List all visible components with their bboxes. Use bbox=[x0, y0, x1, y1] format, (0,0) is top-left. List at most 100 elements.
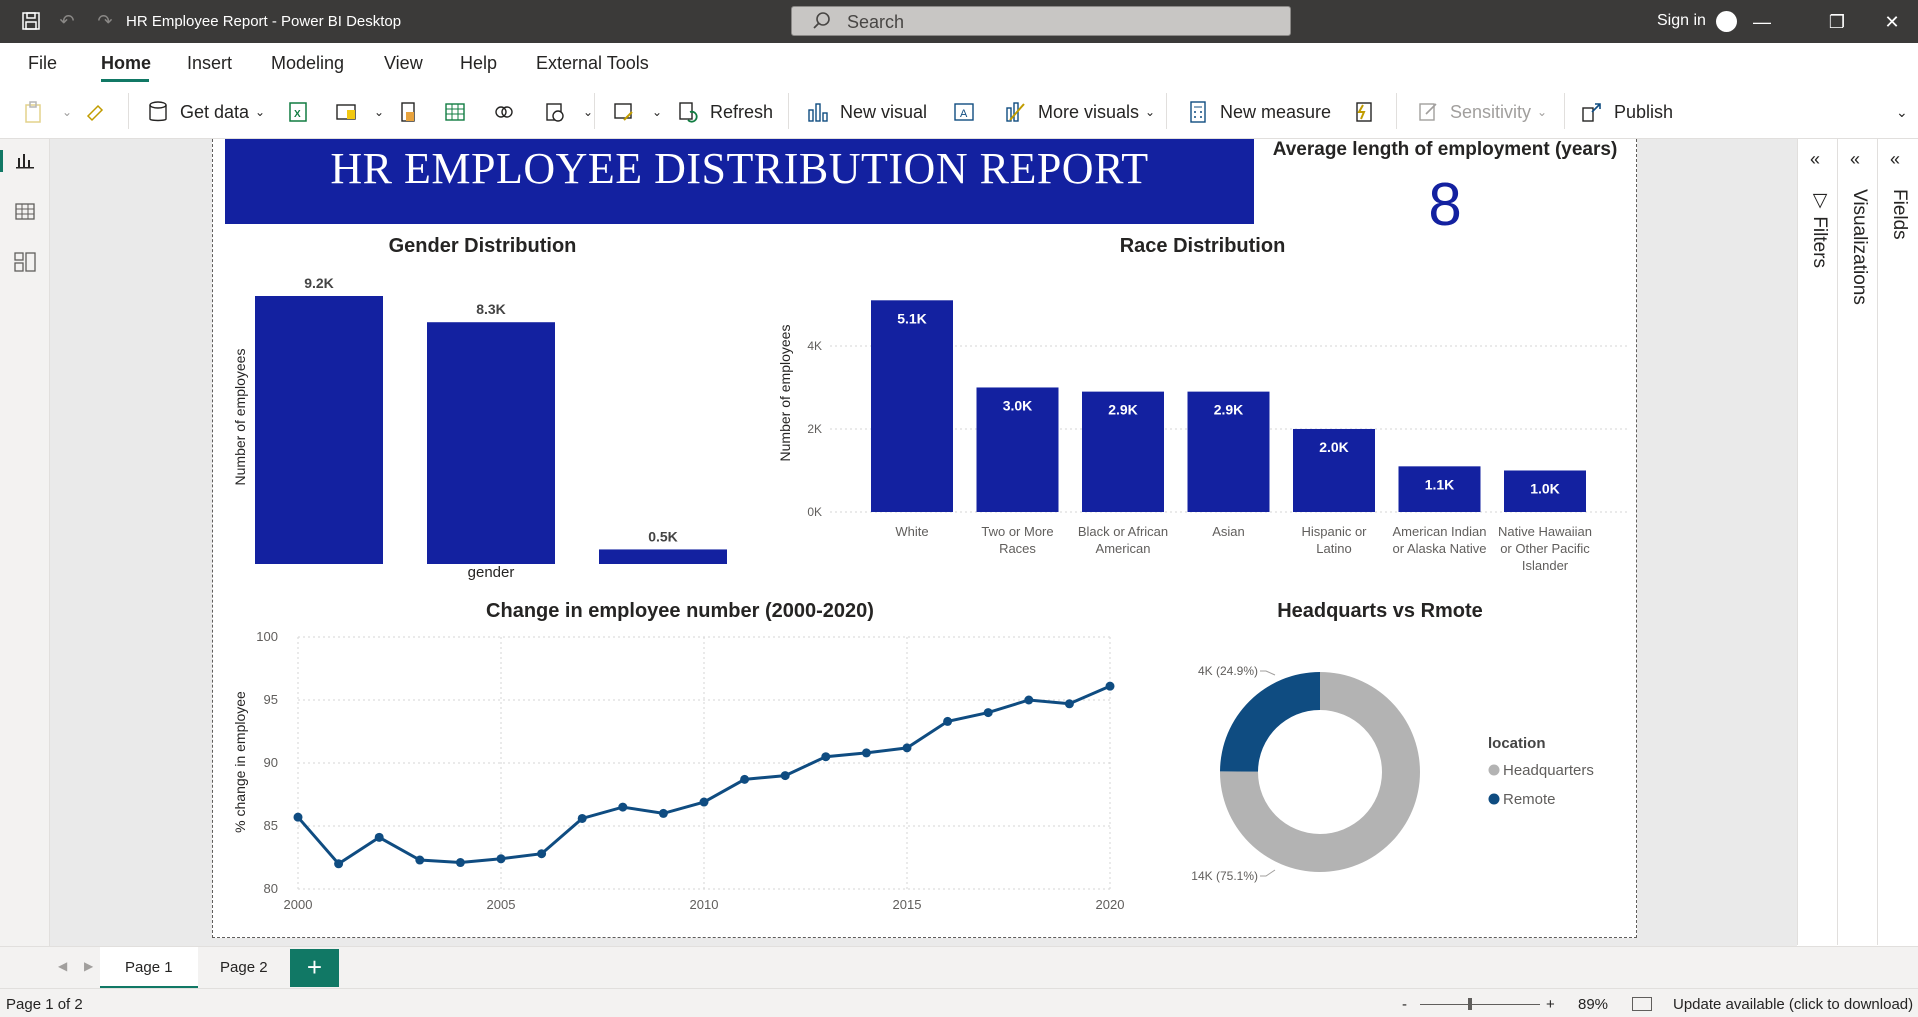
publish-button[interactable]: Publish bbox=[1580, 98, 1673, 126]
line-x-tick-label: 2010 bbox=[690, 897, 719, 912]
undo-icon[interactable]: ↶ bbox=[56, 10, 78, 32]
fields-pane[interactable]: « Fields bbox=[1877, 139, 1918, 945]
dataset-button[interactable]: ⌄ bbox=[334, 98, 384, 126]
line-data-point bbox=[861, 748, 871, 758]
search-box[interactable]: Search bbox=[791, 6, 1291, 36]
tab-page-2[interactable]: Page 2 bbox=[195, 947, 293, 989]
filters-pane[interactable]: « ▽ Filters bbox=[1797, 139, 1837, 945]
tab-next-icon[interactable]: ▶ bbox=[84, 959, 93, 973]
visualizations-pane[interactable]: « Visualizations bbox=[1837, 139, 1877, 945]
report-view-icon[interactable] bbox=[12, 149, 38, 175]
race-category-label: Two or More bbox=[981, 524, 1053, 539]
visualizations-expand-icon[interactable]: « bbox=[1850, 149, 1860, 170]
model-view-icon[interactable] bbox=[12, 249, 38, 275]
close-icon[interactable]: ✕ bbox=[1880, 10, 1904, 34]
filters-title: Filters bbox=[1809, 216, 1830, 269]
menu-view[interactable]: View bbox=[384, 53, 423, 74]
add-page-button[interactable]: + bbox=[290, 949, 339, 987]
race-bar-data-label: 2.9K bbox=[1214, 402, 1244, 418]
race-bar bbox=[871, 300, 953, 512]
filters-expand-icon[interactable]: « bbox=[1810, 149, 1820, 170]
gender-bar-data-label: 8.3K bbox=[476, 301, 506, 317]
transform-data-icon bbox=[614, 103, 633, 121]
race-category-label: Hispanic or bbox=[1301, 524, 1367, 539]
right-panes: « ▽ Filters « Visualizations « Fields bbox=[1797, 139, 1918, 985]
new-visual-button[interactable]: New visual bbox=[806, 98, 927, 126]
line-x-tick-label: 2000 bbox=[284, 897, 313, 912]
ribbon-collapse-button[interactable]: ⌄ bbox=[1896, 98, 1908, 126]
zoom-slider-thumb[interactable] bbox=[1468, 998, 1472, 1010]
get-data-button[interactable]: Get data ⌄ bbox=[146, 98, 265, 126]
restore-icon[interactable]: ❐ bbox=[1825, 10, 1849, 34]
dataverse-button[interactable] bbox=[396, 98, 430, 126]
new-measure-button[interactable]: New measure bbox=[1186, 98, 1331, 126]
calculator-icon bbox=[1190, 101, 1206, 123]
menu-modeling[interactable]: Modeling bbox=[271, 53, 344, 74]
race-distribution-chart[interactable]: 0K 2K 4K 5.1K White 3.0K Two or More Races 2.9K B… bbox=[790, 280, 1630, 590]
line-y-tick-label: 80 bbox=[264, 881, 278, 896]
race-category-label: Native Hawaiian bbox=[1498, 524, 1592, 539]
minimize-icon[interactable]: — bbox=[1750, 10, 1774, 34]
menu-home[interactable]: Home bbox=[101, 53, 151, 74]
fields-expand-icon[interactable]: « bbox=[1890, 149, 1900, 170]
menu-insert[interactable]: Insert bbox=[187, 53, 232, 74]
sign-in-link[interactable]: Sign in bbox=[1657, 12, 1706, 30]
dataset-icon bbox=[336, 104, 356, 120]
enter-data-button[interactable] bbox=[443, 98, 477, 126]
link-icon bbox=[495, 106, 513, 118]
recent-sources-button[interactable] bbox=[492, 98, 526, 126]
format-painter-icon bbox=[86, 104, 104, 122]
save-icon[interactable] bbox=[20, 10, 42, 32]
race-category-label: or Other Pacific bbox=[1500, 541, 1590, 556]
zoom-level[interactable]: 89% bbox=[1578, 996, 1608, 1013]
line-x-tick-label: 2015 bbox=[893, 897, 922, 912]
zoom-in-button[interactable]: + bbox=[1546, 996, 1555, 1013]
employee-change-line-chart[interactable]: 80 85 90 95 100 2000 2005 2010 2015 2020 bbox=[245, 625, 1135, 915]
data-view-icon[interactable] bbox=[12, 199, 38, 225]
zoom-out-button[interactable]: - bbox=[1402, 996, 1407, 1013]
new-visual-label: New visual bbox=[840, 101, 928, 122]
donut-legend-marker bbox=[1488, 764, 1500, 776]
fit-to-page-icon[interactable] bbox=[1632, 997, 1652, 1011]
report-title: HR EMPLOYEE DISTRIBUTION REPORT bbox=[330, 144, 1149, 193]
donut-leader-line bbox=[1260, 869, 1276, 877]
window-title: HR Employee Report - Power BI Desktop bbox=[126, 13, 402, 30]
tab-page-1[interactable]: Page 1 bbox=[100, 947, 198, 989]
sensitivity-label: Sensitivity bbox=[1450, 101, 1532, 122]
refresh-button[interactable]: Refresh bbox=[676, 98, 773, 126]
redo-icon[interactable]: ↷ bbox=[94, 10, 116, 32]
search-icon bbox=[813, 12, 830, 29]
zoom-slider[interactable] bbox=[1420, 998, 1540, 1010]
line-data-point bbox=[780, 771, 790, 781]
format-painter-button[interactable] bbox=[84, 98, 118, 126]
menu-external-tools[interactable]: External Tools bbox=[536, 53, 649, 74]
line-x-tick-label: 2005 bbox=[487, 897, 516, 912]
location-donut-chart[interactable]: 4K (24.9%) 14K (75.1%) location Headquarter… bbox=[1180, 640, 1640, 900]
kpi-title: Average length of employment (years) bbox=[1272, 139, 1618, 160]
race-bar-data-label: 3.0K bbox=[1003, 397, 1033, 413]
avatar[interactable] bbox=[1716, 11, 1737, 32]
update-available-link[interactable]: Update available (click to download) bbox=[1673, 996, 1913, 1013]
menu-file[interactable]: File bbox=[28, 53, 57, 74]
line-data-point bbox=[1064, 699, 1074, 709]
menu-help[interactable]: Help bbox=[460, 53, 497, 74]
gender-distribution-chart[interactable]: 9.2K 8.3K 0.5K gender bbox=[240, 268, 740, 588]
quick-measure-button[interactable] bbox=[1352, 98, 1386, 126]
tab-prev-icon[interactable]: ◀ bbox=[58, 959, 67, 973]
text-box-button[interactable]: A bbox=[952, 98, 986, 126]
sensitivity-button[interactable]: Sensitivity ⌄ bbox=[1416, 98, 1547, 126]
transform-data-button[interactable]: ⌄ bbox=[612, 98, 662, 126]
line-data-point bbox=[1105, 681, 1115, 691]
more-visuals-button[interactable]: More visuals ⌄ bbox=[1004, 98, 1155, 126]
race-category-label: American bbox=[1096, 541, 1151, 556]
paste-button[interactable]: ⌄ bbox=[22, 98, 72, 126]
page-tab-bar: ◀ ▶ Page 1 Page 2 + bbox=[0, 946, 1918, 989]
race-y-tick-label: 4K bbox=[807, 339, 822, 353]
publish-icon bbox=[1582, 103, 1601, 122]
gender-chart-title: Gender Distribution bbox=[388, 235, 577, 257]
report-banner[interactable]: HR EMPLOYEE DISTRIBUTION REPORT bbox=[225, 139, 1254, 224]
bar-chart-icon bbox=[808, 103, 828, 122]
ribbon: ⌄ Get data ⌄ X ⌄ ⌄ ⌄ Refresh New visual A bbox=[0, 83, 1918, 139]
transform-button[interactable]: ⌄ bbox=[543, 98, 593, 126]
excel-button[interactable]: X bbox=[286, 98, 320, 126]
